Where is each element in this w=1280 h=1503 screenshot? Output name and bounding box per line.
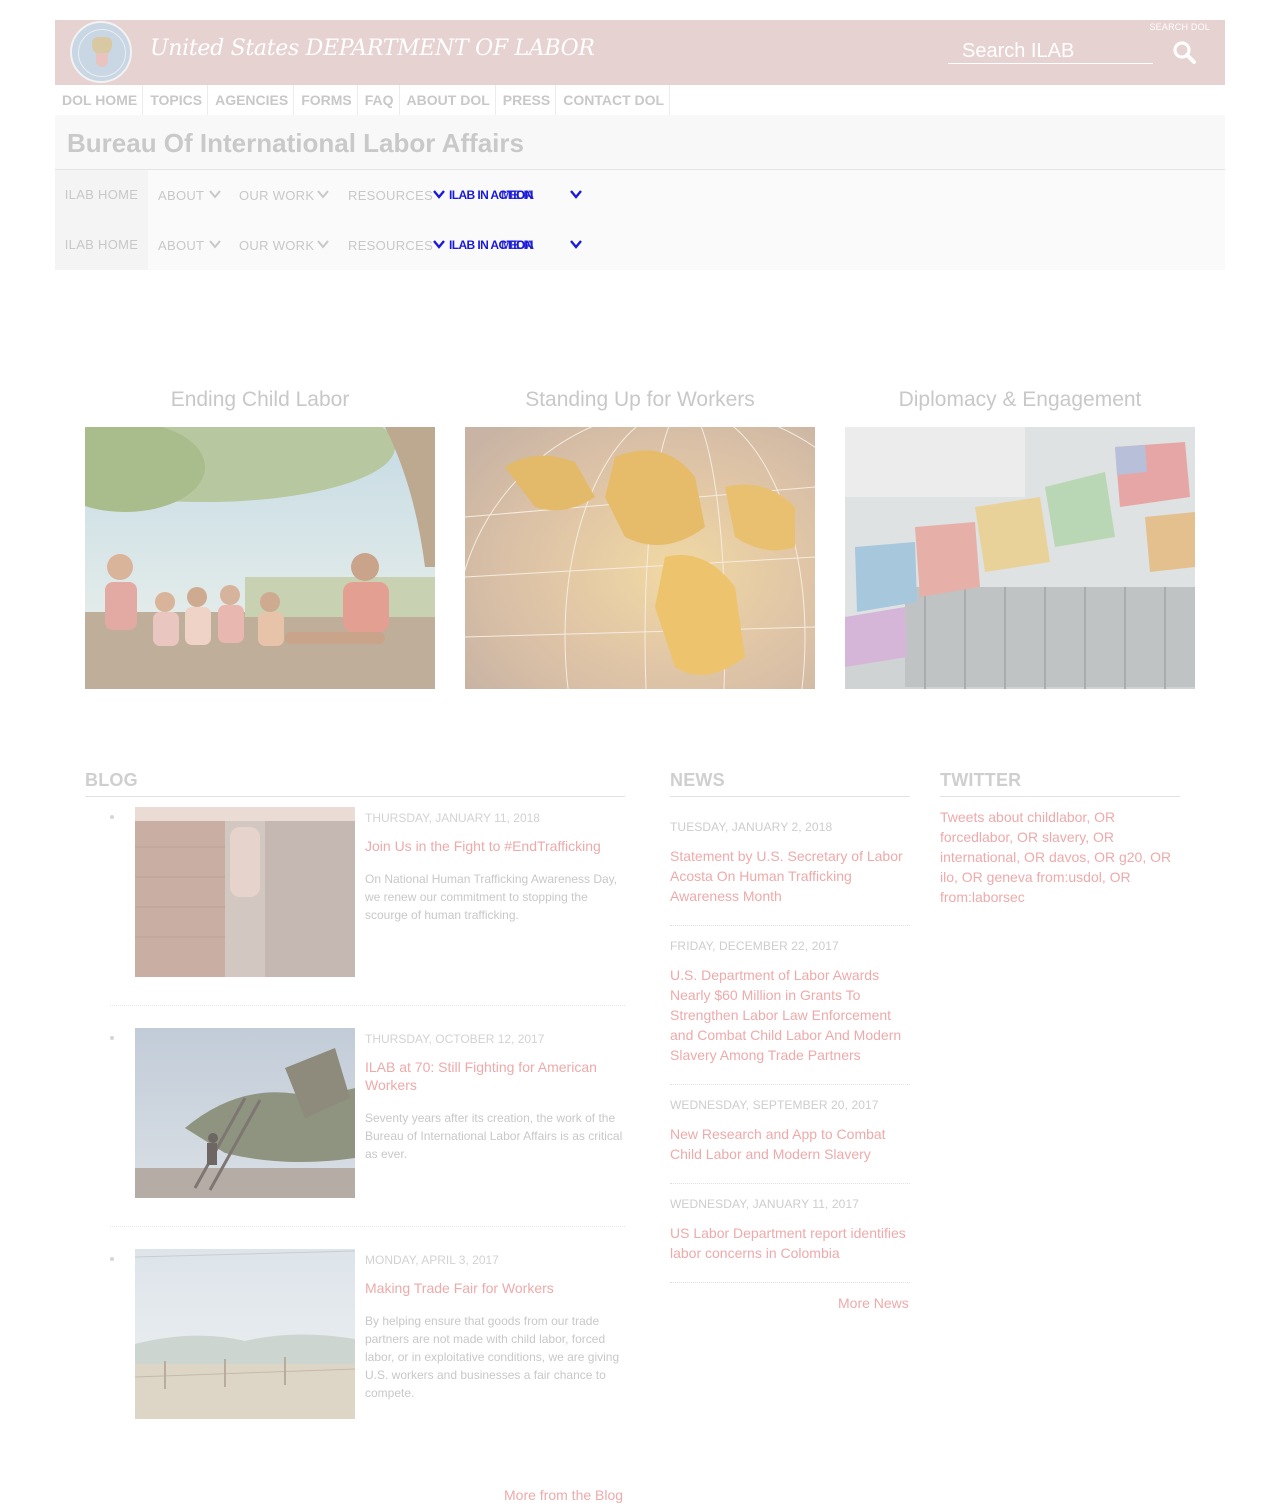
twitter-divider [940, 796, 1180, 797]
globe-photo[interactable] [465, 427, 815, 689]
feature-ending-child-labor[interactable]: Ending Child Labor [85, 388, 435, 689]
more-from-blog-link[interactable]: More from the Blog [504, 1487, 623, 1503]
ilab-nav-duplicate: ILAB HOME ABOUT OUR WORK RESOURCES ILAB … [55, 220, 1225, 270]
feature-title[interactable]: Standing Up for Workers [465, 388, 815, 427]
blog-post-date: THURSDAY, OCTOBER 12, 2017 [365, 1032, 545, 1046]
news-divider [670, 796, 910, 797]
list-bullet [110, 815, 114, 819]
ilab-resources-link[interactable]: RESOURCES [348, 188, 433, 203]
nav-contact-dol[interactable]: CONTACT DOL [556, 85, 671, 115]
blog-post-summary: On National Human Trafficking Awareness … [365, 872, 618, 922]
feature-standing-up-for-workers[interactable]: Standing Up for Workers [465, 388, 815, 689]
flags-photo[interactable] [845, 427, 1195, 689]
news-separator [670, 1084, 910, 1085]
search-button[interactable] [1172, 40, 1198, 66]
chevron-down-icon[interactable] [209, 239, 221, 249]
bureau-banner: Bureau Of International Labor Affairs [55, 115, 1225, 170]
site-header: United States DEPARTMENT OF LABOR SEARCH… [55, 20, 1225, 85]
news-item-date: TUESDAY, JANUARY 2, 2018 [670, 820, 833, 834]
news-item-link[interactable]: New Research and App to Combat Child Lab… [670, 1124, 910, 1164]
ilab-our-work-link[interactable]: OUR WORK [239, 238, 314, 253]
nav-faq[interactable]: FAQ [358, 85, 400, 115]
ilab-home-link[interactable]: ILAB HOME [55, 170, 148, 220]
blog-post-title-link[interactable]: ILAB at 70: Still Fighting for American … [365, 1058, 620, 1094]
news-item-link[interactable]: U.S. Department of Labor Awards Nearly $… [670, 965, 910, 1065]
blog-divider [85, 796, 625, 797]
ilab-home-link[interactable]: ILAB HOME [55, 220, 148, 270]
ilab-nav: ILAB HOME ABOUT OUR WORK RESOURCES ILAB … [55, 170, 1225, 220]
blog-separator [110, 1005, 625, 1006]
feature-diplomacy-engagement[interactable]: Diplomacy & Engagement [845, 388, 1195, 689]
search-input[interactable] [948, 40, 1153, 64]
nav-about-dol[interactable]: ABOUT DOL [400, 85, 496, 115]
news-item-link[interactable]: US Labor Department report identifies la… [670, 1223, 910, 1263]
nav-agencies[interactable]: AGENCIES [208, 85, 295, 115]
chevron-down-icon[interactable] [433, 239, 445, 249]
ilab-about-link[interactable]: ABOUT [158, 238, 204, 253]
nav-press[interactable]: PRESS [496, 85, 557, 115]
blog-post-image[interactable] [135, 1028, 355, 1198]
chevron-down-icon[interactable] [433, 189, 445, 199]
search-dol-label: SEARCH DOL [1149, 22, 1210, 32]
chevron-down-icon[interactable] [317, 239, 329, 249]
news-separator [670, 1282, 910, 1283]
nav-forms[interactable]: FORMS [294, 85, 358, 115]
bureau-title[interactable]: Bureau Of International Labor Affairs [67, 128, 524, 159]
nav-dol-home[interactable]: DOL HOME [55, 85, 144, 115]
news-heading: NEWS [670, 770, 725, 790]
feature-title[interactable]: Diplomacy & Engagement [845, 388, 1195, 427]
dol-seal-icon[interactable] [70, 21, 132, 83]
ilab-about-link[interactable]: ABOUT [158, 188, 204, 203]
blog-post-title-link[interactable]: Making Trade Fair for Workers [365, 1279, 620, 1297]
ilab-media-link[interactable]: MEDIA [501, 238, 534, 252]
chevron-down-icon[interactable] [317, 189, 329, 199]
twitter-feed-link[interactable]: Tweets about childlabor, OR forcedlabor,… [940, 807, 1180, 907]
ilab-media-link[interactable]: MEDIA [501, 188, 534, 202]
blog-post-date: MONDAY, APRIL 3, 2017 [365, 1253, 499, 1267]
news-item-date: FRIDAY, DECEMBER 22, 2017 [670, 939, 839, 953]
ilab-our-work-link[interactable]: OUR WORK [239, 188, 314, 203]
blog-heading: BLOG [85, 770, 138, 790]
nav-topics[interactable]: TOPICS [143, 85, 209, 115]
news-item-date: WEDNESDAY, SEPTEMBER 20, 2017 [670, 1098, 879, 1112]
list-bullet [110, 1257, 114, 1261]
list-bullet [110, 1036, 114, 1040]
news-separator [670, 1183, 910, 1184]
blog-post-summary: Seventy years after its creation, the wo… [365, 1111, 623, 1161]
dol-main-nav: DOL HOME TOPICS AGENCIES FORMS FAQ ABOUT… [55, 85, 671, 115]
ilab-resources-link[interactable]: RESOURCES [348, 238, 433, 253]
blog-separator [110, 1226, 625, 1227]
blog-post-summary: By helping ensure that goods from our tr… [365, 1314, 620, 1400]
blog-post-image[interactable] [135, 807, 355, 977]
site-title[interactable]: United States DEPARTMENT OF LABOR [150, 36, 595, 61]
feature-title[interactable]: Ending Child Labor [85, 388, 435, 427]
chevron-down-icon[interactable] [570, 189, 582, 199]
twitter-heading: TWITTER [940, 770, 1022, 790]
blog-post-image[interactable] [135, 1249, 355, 1419]
chevron-down-icon[interactable] [209, 189, 221, 199]
news-item-link[interactable]: Statement by U.S. Secretary of Labor Aco… [670, 846, 910, 906]
blog-post-title-link[interactable]: Join Us in the Fight to #EndTrafficking [365, 837, 620, 855]
news-separator [670, 925, 910, 926]
children-photo[interactable] [85, 427, 435, 689]
news-item-date: WEDNESDAY, JANUARY 11, 2017 [670, 1197, 860, 1211]
blog-post-date: THURSDAY, JANUARY 11, 2018 [365, 811, 540, 825]
chevron-down-icon[interactable] [570, 239, 582, 249]
search-icon [1173, 41, 1196, 64]
more-news-link[interactable]: More News [838, 1295, 909, 1311]
